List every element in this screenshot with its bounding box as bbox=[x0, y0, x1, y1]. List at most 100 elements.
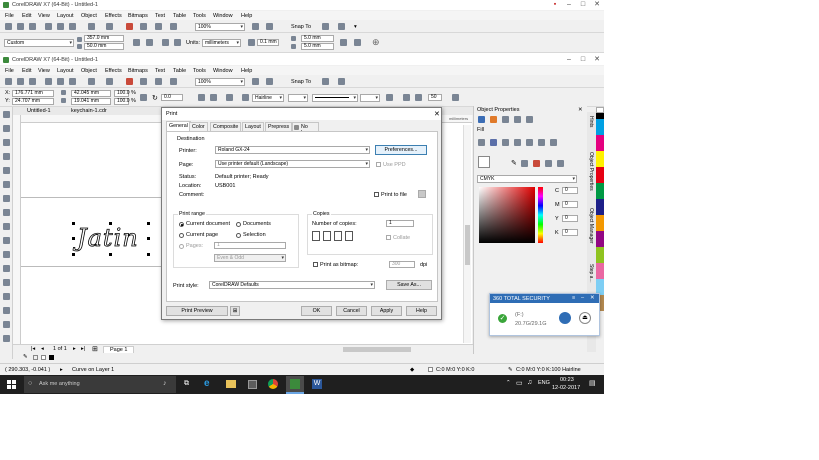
menu-tools[interactable]: Tools bbox=[193, 13, 206, 19]
menu-view[interactable]: View bbox=[38, 68, 50, 74]
language-indicator[interactable]: ENG bbox=[538, 380, 550, 386]
color-picker-area[interactable] bbox=[479, 187, 535, 243]
rulers-icon[interactable] bbox=[266, 23, 273, 30]
ellipse-tool-icon[interactable] bbox=[3, 209, 10, 216]
dialog-close-icon[interactable]: ✕ bbox=[434, 110, 440, 118]
y-position-field[interactable]: 24.707 mm bbox=[12, 98, 54, 105]
to-front-icon[interactable] bbox=[403, 94, 410, 101]
menu-help[interactable]: Help bbox=[241, 13, 252, 19]
close-icon[interactable]: ✕ bbox=[592, 0, 602, 10]
page-size-combo[interactable]: Custom ▾ bbox=[4, 39, 74, 47]
snap-to-label[interactable]: Snap To bbox=[291, 24, 311, 30]
security-close-icon[interactable]: ✕ bbox=[590, 295, 595, 301]
palette-swatch[interactable] bbox=[596, 167, 604, 183]
clock-time[interactable]: 00:23 bbox=[560, 377, 574, 383]
copy-icon[interactable] bbox=[57, 23, 64, 30]
microphone-icon[interactable]: ♪ bbox=[163, 380, 167, 387]
outline-tab-icon[interactable] bbox=[478, 116, 485, 123]
import-icon[interactable] bbox=[126, 78, 133, 85]
last-page-icon[interactable]: ▸| bbox=[81, 346, 85, 352]
menu-bitmaps[interactable]: Bitmaps bbox=[128, 13, 148, 19]
docker-tab-object-manager[interactable]: Object Manager bbox=[588, 208, 594, 244]
next-page-icon[interactable]: ▸ bbox=[73, 346, 76, 352]
docker-tab-hints[interactable]: Hints bbox=[588, 116, 594, 127]
security-minimize-icon[interactable]: – bbox=[581, 295, 584, 301]
vector-fill-icon[interactable] bbox=[514, 139, 521, 146]
no-fill-icon[interactable] bbox=[478, 139, 485, 146]
docker-tab-step[interactable]: Step a... bbox=[588, 264, 594, 283]
tab-prepress[interactable]: Prepress bbox=[265, 122, 293, 131]
connector-tool-icon[interactable] bbox=[3, 265, 10, 272]
save-as-button[interactable]: Save As... bbox=[386, 280, 432, 290]
portrait-icon[interactable] bbox=[133, 39, 140, 46]
cyan-field[interactable]: 0 bbox=[562, 187, 578, 194]
object-width-field[interactable]: 42.045 mm bbox=[71, 90, 111, 97]
palette-swatch[interactable] bbox=[596, 135, 604, 151]
shape-tool-icon[interactable] bbox=[3, 125, 10, 132]
preview-toggle-icon[interactable]: ⊞ bbox=[230, 306, 240, 316]
windows-start-icon[interactable] bbox=[7, 380, 16, 389]
color-harmony-icon[interactable] bbox=[545, 160, 552, 167]
texture-fill-icon[interactable] bbox=[550, 139, 557, 146]
text-on-path-icon[interactable] bbox=[226, 94, 233, 101]
hue-slider[interactable] bbox=[538, 187, 543, 243]
ok-button[interactable]: OK bbox=[301, 306, 332, 316]
open-icon[interactable] bbox=[17, 23, 24, 30]
nudge-field[interactable]: 0.1 mm bbox=[257, 39, 279, 46]
palette-swatch[interactable] bbox=[596, 247, 604, 263]
rotation-field[interactable]: 0.0 bbox=[161, 94, 183, 101]
character-tab-icon[interactable] bbox=[526, 116, 533, 123]
menu-edit[interactable]: Edit bbox=[22, 68, 31, 74]
magenta-field[interactable]: 0 bbox=[562, 201, 578, 208]
wrap-text-icon[interactable] bbox=[386, 94, 393, 101]
selection-handle[interactable] bbox=[72, 222, 75, 225]
cortana-search-box[interactable]: ○ Ask me anything ♪ bbox=[24, 376, 176, 393]
paste-icon[interactable] bbox=[69, 78, 76, 85]
object-height-field[interactable]: 19.041 mm bbox=[71, 98, 111, 105]
apply-button[interactable]: Apply bbox=[371, 306, 402, 316]
print-to-file-options-button[interactable] bbox=[418, 190, 426, 198]
black-swatch[interactable] bbox=[49, 355, 54, 360]
full-screen-icon[interactable] bbox=[252, 23, 259, 30]
menu-help[interactable]: Help bbox=[241, 68, 252, 74]
crop-tool-icon[interactable] bbox=[3, 139, 10, 146]
task-view-icon[interactable]: ⧉ bbox=[184, 380, 189, 388]
current-document-radio[interactable] bbox=[179, 222, 184, 227]
color-viewer-icon[interactable] bbox=[521, 160, 528, 167]
maximize-icon[interactable]: □ bbox=[578, 0, 588, 10]
open-icon[interactable] bbox=[17, 78, 24, 85]
edge-browser-icon[interactable]: e bbox=[204, 378, 210, 389]
selection-handle[interactable] bbox=[147, 222, 150, 225]
pdf-icon[interactable] bbox=[155, 78, 162, 85]
page-border-icon[interactable] bbox=[354, 39, 361, 46]
duplicate-x-field[interactable]: 5.0 mm bbox=[301, 35, 334, 42]
coreldraw-taskbar-button[interactable] bbox=[286, 376, 304, 394]
store-icon[interactable] bbox=[248, 380, 257, 389]
yellow-field[interactable]: 0 bbox=[562, 215, 578, 222]
security-menu-icon[interactable]: ≡ bbox=[572, 295, 575, 301]
selection-handle[interactable] bbox=[72, 237, 75, 240]
outline-width-combo[interactable]: Hairline ▾ bbox=[252, 94, 284, 102]
volume-icon[interactable]: ♫ bbox=[527, 379, 532, 386]
zoom-combo[interactable]: 100% ▾ bbox=[195, 23, 245, 31]
current-page-icon[interactable] bbox=[174, 39, 181, 46]
application-launcher-icon[interactable] bbox=[338, 23, 345, 30]
copies-field[interactable]: 1 bbox=[386, 220, 414, 227]
open-folder-icon[interactable] bbox=[559, 312, 571, 324]
convert-curves-icon[interactable] bbox=[452, 94, 459, 101]
to-back-icon[interactable] bbox=[415, 94, 422, 101]
landscape-icon[interactable] bbox=[146, 39, 153, 46]
menu-edit[interactable]: Edit bbox=[22, 13, 31, 19]
prev-page-icon[interactable]: ◂ bbox=[41, 346, 44, 352]
palette-swatch[interactable] bbox=[596, 199, 604, 215]
options-gear-icon[interactable] bbox=[322, 23, 329, 30]
pages-radio[interactable] bbox=[179, 244, 184, 249]
start-arrow-combo[interactable]: ▾ bbox=[288, 94, 308, 102]
clock-date[interactable]: 12-02-2017 bbox=[552, 385, 580, 391]
drop-shadow-icon[interactable] bbox=[3, 279, 10, 286]
action-center-icon[interactable]: ▤ bbox=[589, 379, 596, 387]
minimize-icon[interactable]: – bbox=[564, 55, 574, 65]
mirror-h-icon[interactable] bbox=[198, 94, 205, 101]
add-icon[interactable]: ⊕ bbox=[372, 37, 380, 48]
add-page-icon[interactable]: ⊞ bbox=[92, 345, 98, 353]
